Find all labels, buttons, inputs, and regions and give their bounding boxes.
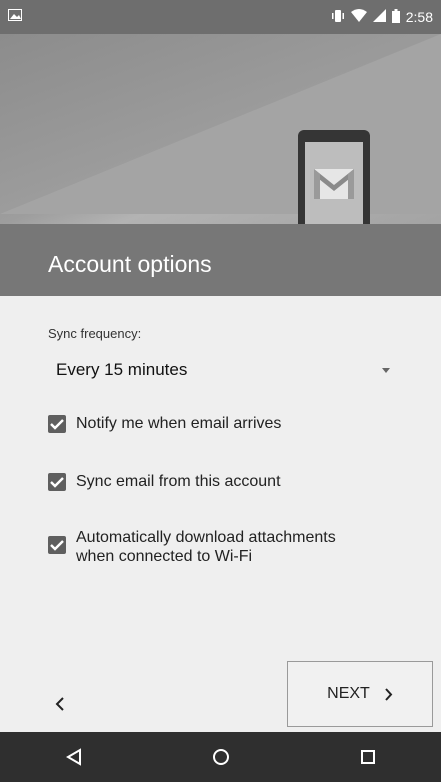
- sync-frequency-label: Sync frequency:: [48, 326, 142, 341]
- sync-email-option[interactable]: Sync email from this account: [48, 472, 376, 491]
- status-bar: 2:58: [0, 0, 441, 34]
- nav-home-button[interactable]: [191, 732, 251, 782]
- nav-back-button[interactable]: [44, 732, 104, 782]
- page-title: Account options: [48, 251, 212, 277]
- image-icon: [8, 8, 22, 26]
- home-circle-icon: [212, 749, 229, 765]
- mail-icon: [314, 169, 354, 199]
- sync-frequency-dropdown[interactable]: Every 15 minutes: [40, 350, 406, 390]
- battery-icon: [391, 8, 400, 26]
- status-time: 2:58: [405, 9, 433, 25]
- sync-email-label: Sync email from this account: [76, 473, 281, 490]
- auto-download-checkbox[interactable]: [48, 536, 66, 554]
- auto-download-option[interactable]: Automatically download attachments when …: [48, 528, 376, 566]
- check-icon: [50, 477, 64, 488]
- chevron-left-icon: [55, 697, 64, 711]
- account-options-form: Sync frequency: Every 15 minutes Notify …: [0, 296, 441, 732]
- next-label: NEXT: [327, 685, 370, 702]
- vibrate-icon: [331, 9, 345, 26]
- back-triangle-icon: [65, 748, 81, 766]
- check-icon: [50, 419, 64, 430]
- nav-recents-button[interactable]: [338, 732, 398, 782]
- sync-frequency-value: Every 15 minutes: [56, 360, 188, 379]
- check-icon: [50, 540, 64, 551]
- dropdown-arrow-icon: [382, 367, 390, 373]
- notify-label: Notify me when email arrives: [76, 415, 282, 432]
- notify-option[interactable]: Notify me when email arrives: [48, 414, 376, 433]
- auto-download-label: Automatically download attachments when …: [76, 529, 336, 565]
- header-banner: Account options: [0, 34, 441, 296]
- system-nav-bar: [0, 732, 441, 782]
- previous-button[interactable]: [40, 684, 80, 724]
- signal-icon: [372, 9, 386, 25]
- wifi-icon: [350, 9, 367, 25]
- chevron-right-icon: [385, 687, 393, 701]
- notify-checkbox[interactable]: [48, 415, 66, 433]
- recents-square-icon: [360, 750, 375, 764]
- header-decoration: [0, 34, 441, 214]
- wizard-navigation: NEXT: [0, 661, 441, 732]
- next-button[interactable]: NEXT: [287, 661, 433, 727]
- sync-email-checkbox[interactable]: [48, 473, 66, 491]
